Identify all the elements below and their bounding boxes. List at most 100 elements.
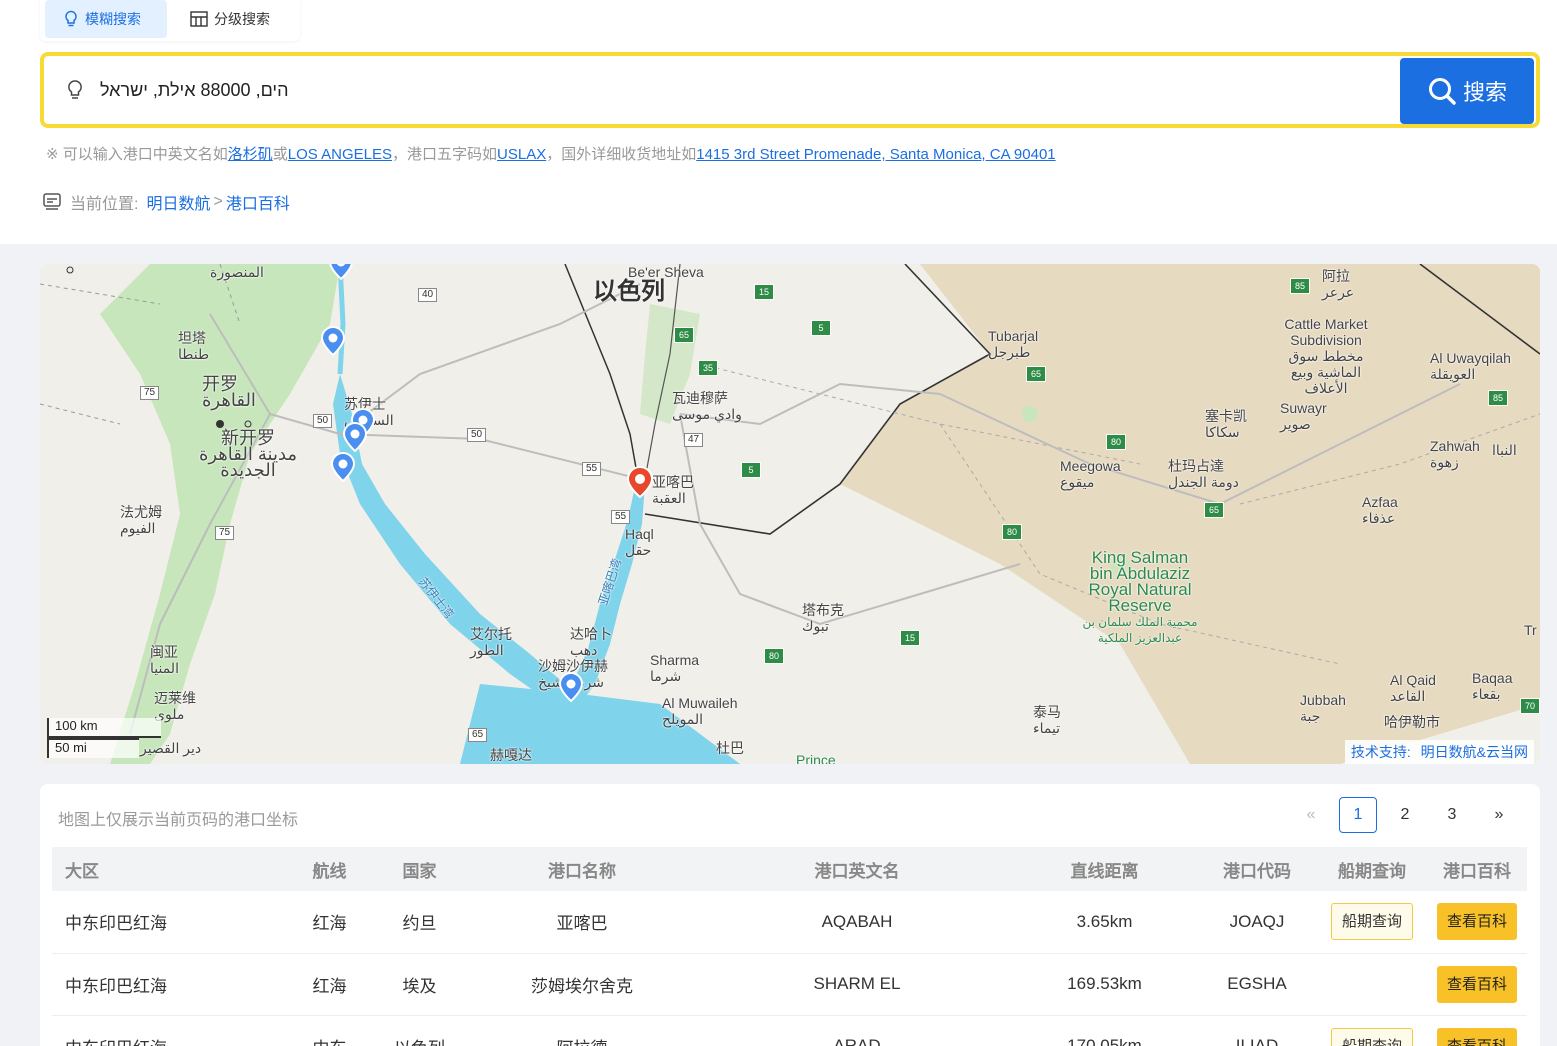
search-icon [1428,78,1456,105]
road-shield: 65 [468,728,488,742]
hint-example-la-cn[interactable]: 洛杉矶 [228,146,273,163]
col-distance: 直线距离 [1070,861,1139,881]
credit-label: 技术支持: [1350,744,1411,760]
road-shield-green: 85 [1290,278,1310,294]
cell-code: EGSHA [1227,974,1287,993]
wiki-button[interactable]: 查看百科 [1437,903,1517,941]
label-nabhaniyah: النباا [1492,442,1517,458]
scale-km: 100 km [47,718,161,738]
hint-mid1: ，港口五字码如 [392,146,498,163]
cell-distance: 170.05km [1067,1036,1142,1046]
label-prince: Prince [796,752,836,764]
credit-link[interactable]: 明日数航&云当网 [1421,744,1528,760]
road-shield-green: 15 [754,284,774,300]
port-marker[interactable] [329,264,353,280]
cell-region: 中东印巴红海 [65,914,167,934]
hint-or: 或 [272,146,288,163]
label-muwaileh: Al Muwaileh المويلح [662,695,738,727]
map-credit: 技术支持: 明日数航&云当网 [1344,740,1534,764]
search-button-label: 搜索 [1462,80,1507,105]
label-tubarjal: Tubarjal طبرجل [988,328,1039,360]
cell-wiki: 查看百科 [1427,1015,1527,1046]
location-pin-icon[interactable] [627,466,653,498]
cell-wiki: 查看百科 [1427,953,1527,1015]
tab-level-label: 分级搜索 [214,11,270,27]
road-shield: 75 [215,526,235,540]
label-jawf: 杜玛占達 دومة الجندل [1168,458,1239,490]
road-shield-green: 85 [1488,390,1508,406]
hint-example-address[interactable]: 1415 3rd Street Promenade, Santa Monica,… [696,146,1055,163]
road-shield-green: 5 [741,462,761,478]
cell-route: 红海 [312,976,347,996]
pagination-next[interactable]: » [1480,797,1518,833]
cell-schedule: 船期查询 [1317,891,1427,953]
label-israel: 以色列 [593,278,665,305]
breadcrumb-current[interactable]: 港口百科 [226,190,290,214]
cell-schedule: 船期查询 [1317,1015,1427,1046]
cell-country: 约旦 [402,914,437,934]
port-marker[interactable] [559,672,583,702]
hint-prefix: ※ 可以输入港口中英文名如 [46,146,228,163]
label-dahab: 达哈卜 دهب [570,626,612,658]
schedule-button[interactable]: 船期查询 [1331,903,1413,941]
breadcrumb-home[interactable]: 明日数航 [146,190,210,214]
road-shield: 50 [313,414,333,428]
hint-example-code[interactable]: USLAX [497,146,546,163]
tab-level-search[interactable]: 分级搜索 [190,0,300,38]
table-header: 大区 航线 国家 港口名称 港口英文名 直线距离 港口代码 船期查询 港口百科 [52,847,1527,891]
wiki-button[interactable]: 查看百科 [1437,1027,1517,1046]
label-arar: 阿拉 عرعر [1322,268,1355,300]
col-region: 大区 [65,861,99,881]
results-card: 地图上仅展示当前页码的港口坐标 « 1 2 3 » 大区 航线 国家 港口名称 … [40,784,1540,1046]
label-azfaa: Azfaa عذفاء [1362,494,1398,526]
port-marker[interactable] [331,452,355,482]
cell-port-name: 阿拉德 [462,1015,702,1046]
road-shield-green: 70 [1520,698,1540,714]
table-row: 中东印巴红海 红海 约旦 亚喀巴 AQABAH 3.65km JOAQJ 船期查… [52,891,1527,953]
label-tr: Tr [1524,622,1537,638]
ports-table: 大区 航线 国家 港口名称 港口英文名 直线距离 港口代码 船期查询 港口百科 … [52,847,1527,1046]
hint-example-la-en[interactable]: LOS ANGELES [288,146,392,163]
scale-mi: 50 mi [47,738,139,758]
cell-region: 中东印巴红海 [65,976,167,996]
cell-port-name: 莎姆埃尔舍克 [531,976,633,996]
pagination-prev[interactable]: « [1292,797,1330,833]
tab-fuzzy-search[interactable]: 模糊搜索 [45,0,167,38]
table-row: 中东印巴红海 中东 以色列 阿拉德 ARAD 170.05km ILIAD 船期… [52,1015,1527,1046]
pagination-page-1[interactable]: 1 [1339,797,1377,833]
label-al-qaid: Al Qaid القاعد [1390,672,1436,704]
col-country: 国家 [402,861,437,881]
pagination-page-3[interactable]: 3 [1433,797,1471,833]
cell-port-en: AQABAH [821,911,893,931]
label-sharma: Sharma شرما [650,652,700,684]
label-beersheva: Be'er Sheva [628,264,704,280]
col-schedule: 船期查询 [1338,861,1406,881]
label-tayma: 泰马 تيماء [1033,704,1061,736]
label-uwayqilah: Al Uwayqilah العويقلة [1430,350,1511,382]
port-marker[interactable] [321,326,345,356]
cell-route: 红海 [312,914,347,934]
breadcrumb: 当前位置: 明日数航 > 港口百科 [42,190,290,214]
search-input[interactable] [100,79,1300,101]
label-tanta: 坦塔 طنطا [178,330,210,362]
road-shield: 47 [684,433,704,447]
road-shield: 50 [467,428,487,442]
col-route: 航线 [312,861,347,881]
road-shield-green: 65 [1026,366,1046,382]
road-shield-green: 65 [674,327,694,343]
label-new-cairo: 新开罗 مدينة القاهرة الجديدة [198,428,298,480]
bulb-icon [65,10,77,27]
label-king-salman-reserve: King Salman bin Abdulaziz Royal Natural … [1082,548,1198,645]
wiki-button[interactable]: 查看百科 [1437,965,1517,1003]
col-port-name: 港口名称 [548,861,616,881]
road-shield-green: 15 [900,630,920,646]
label-meegowa: Meegowa ميقوع [1060,458,1121,490]
schedule-button[interactable]: 船期查询 [1331,1027,1413,1046]
road-shield: 75 [140,386,160,400]
map-scale: 100 km 50 mi [47,718,161,758]
pagination-page-2[interactable]: 2 [1386,797,1424,833]
search-button[interactable]: 搜索 [1400,58,1534,124]
port-map[interactable]: المنصورة 以色列 Be'er Sheva 坦塔 طنطا 开罗 القاهر… [40,264,1540,764]
cell-country: 以色列 [377,1015,462,1046]
port-marker[interactable] [343,422,367,452]
